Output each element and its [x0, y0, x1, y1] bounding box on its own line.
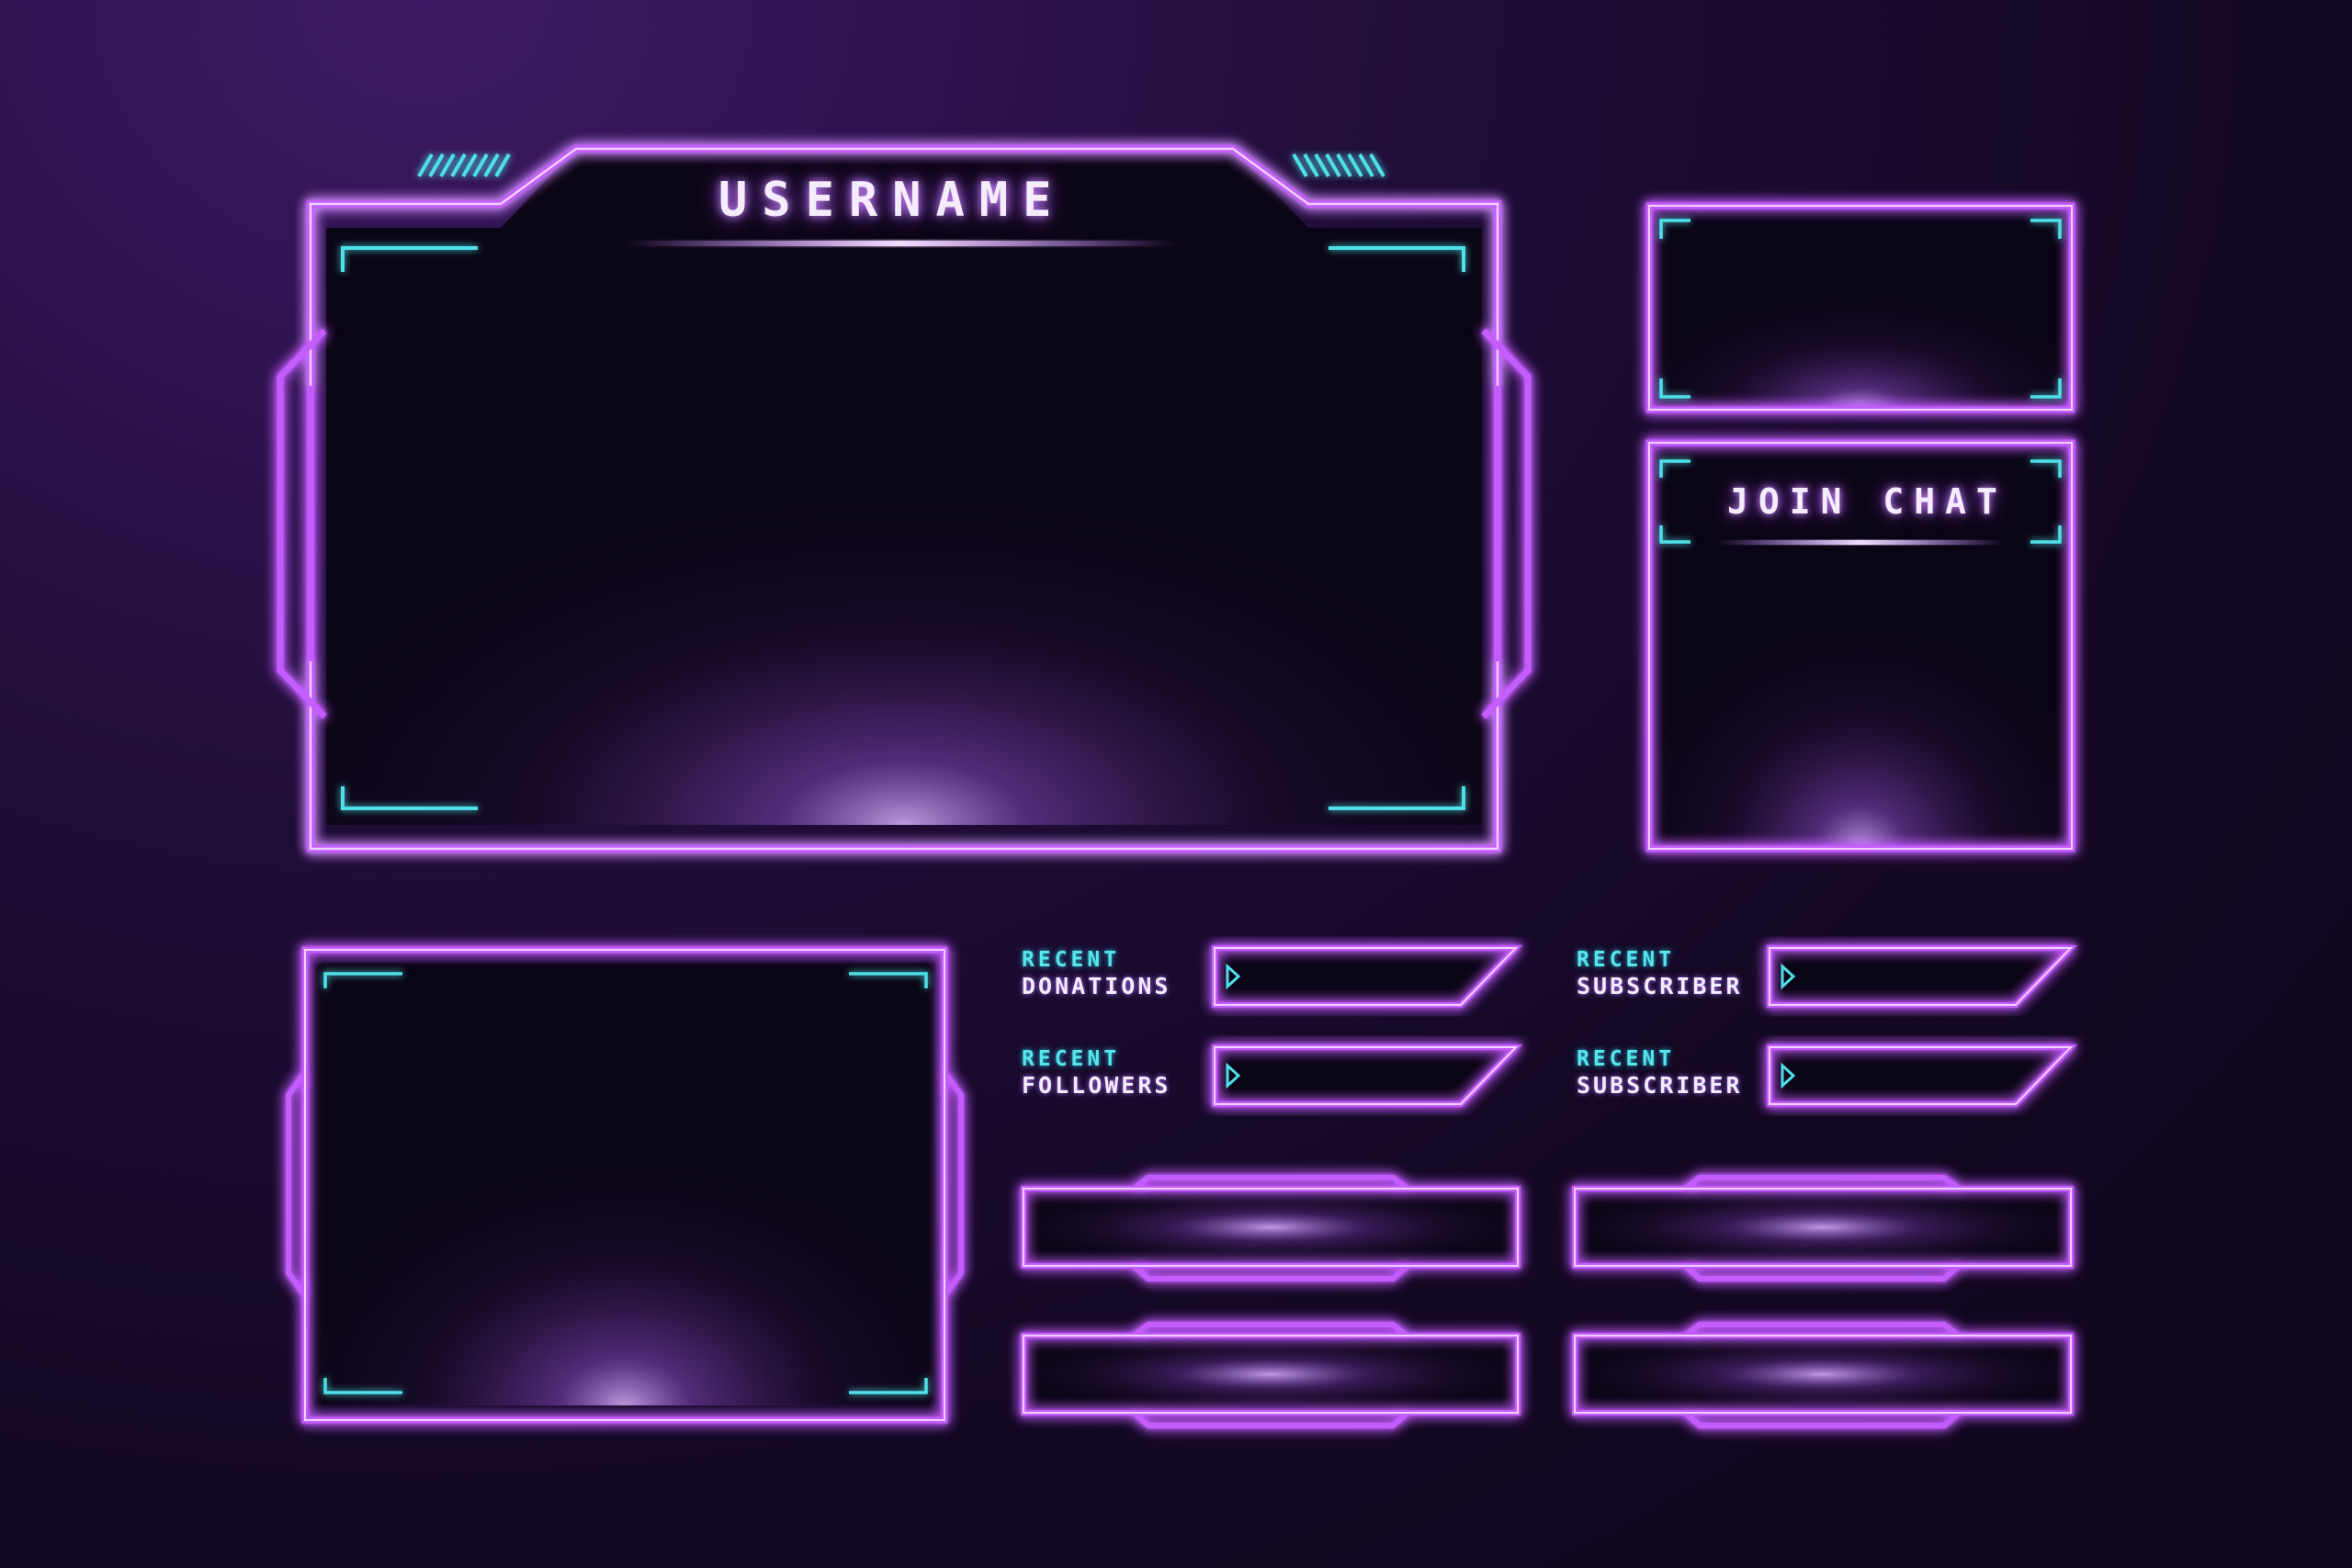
recent-followers-button[interactable] [1215, 1047, 1516, 1104]
main-webcam-frame [277, 145, 1532, 852]
recent-subscriber-button-2[interactable] [1770, 1047, 2071, 1104]
banner-button-1-hit[interactable] [1023, 1178, 1518, 1279]
recent-subscriber-label-1: SUBSCRIBER [1577, 973, 1743, 999]
chat-title-underline [1718, 540, 2003, 545]
recent-subscriber-button-1[interactable] [1770, 948, 2071, 1005]
recent-subscriber-label-top-2: RECENT [1577, 1047, 1676, 1071]
username-title: USERNAME [718, 173, 1067, 228]
banner-button-4-hit[interactable] [1575, 1325, 2071, 1426]
hatch-left-icon [417, 152, 511, 178]
banner-button-2-hit[interactable] [1575, 1178, 2071, 1279]
recent-followers-label-top: RECENT [1022, 1047, 1121, 1071]
username-underline [625, 241, 1176, 246]
hatch-right-icon [1292, 152, 1385, 178]
recent-donations-label: DONATIONS [1022, 973, 1171, 999]
small-panel [1645, 202, 2075, 413]
recent-subscriber-label-top-1: RECENT [1577, 948, 1676, 972]
banner-button-3-hit[interactable] [1023, 1325, 1518, 1426]
recent-donations-button[interactable] [1215, 948, 1516, 1005]
secondary-webcam-frame [286, 946, 964, 1424]
recent-subscriber-label-2: SUBSCRIBER [1577, 1072, 1743, 1099]
recent-followers-label: FOLLOWERS [1022, 1072, 1171, 1099]
join-chat-title: JOIN CHAT [1727, 481, 2007, 522]
recent-donations-label-top: RECENT [1022, 948, 1121, 972]
